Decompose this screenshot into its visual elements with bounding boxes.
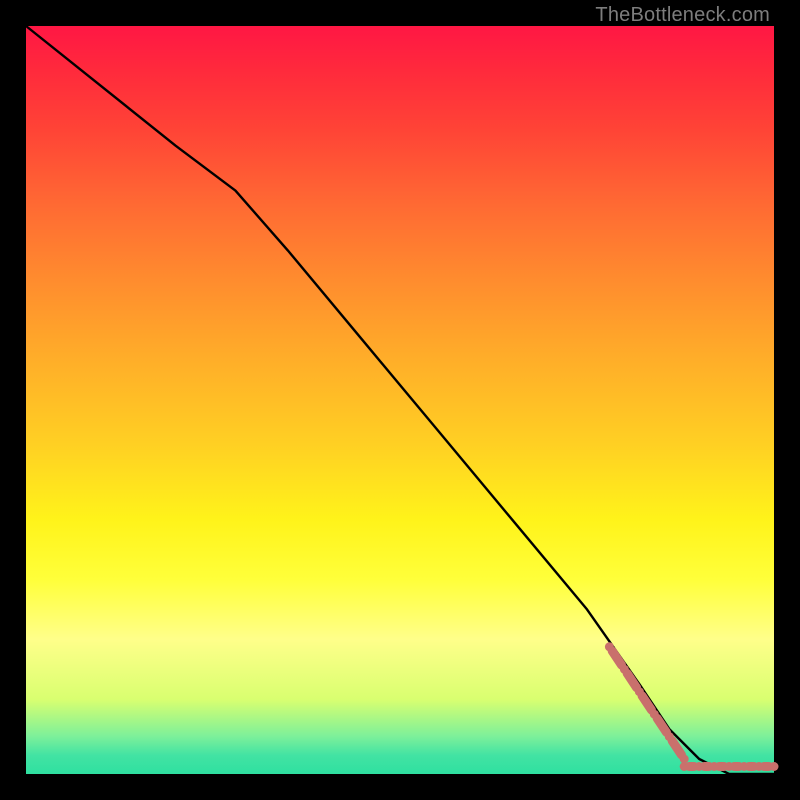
marker-dash [612, 651, 621, 665]
gradient-plot-area [26, 26, 774, 774]
marker-dash [657, 718, 666, 732]
marker-dash [642, 696, 651, 710]
marker-dash [672, 741, 681, 755]
main-curve-line [26, 26, 774, 774]
watermark-text: TheBottleneck.com [595, 4, 770, 27]
chart-stage: TheBottleneck.com [0, 0, 800, 800]
marker-dash [627, 673, 636, 687]
chart-svg [26, 26, 774, 774]
marker-dot [770, 762, 779, 771]
